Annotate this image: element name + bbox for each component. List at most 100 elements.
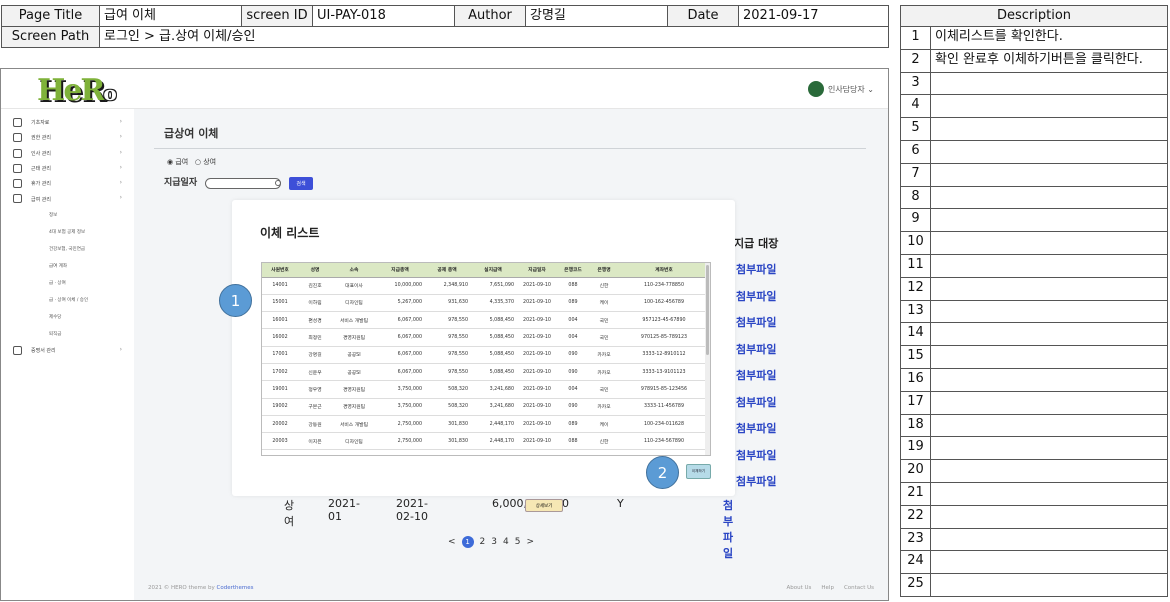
sidebar-subitem[interactable]: 정보: [1, 207, 134, 224]
sidebar-subitem[interactable]: 급 · 상여 이체 / 승인: [1, 292, 134, 309]
attach-link[interactable]: 첨부파일: [736, 314, 786, 330]
column-header: 실지급액: [470, 263, 516, 278]
table-cell: 카카오: [588, 398, 620, 416]
table-row[interactable]: 14001 김진호 대표이사 10,000,000 2,348,910 7,651,090…: [262, 277, 708, 295]
chevron-right-icon: ›: [119, 194, 122, 202]
table-cell: 17001: [262, 346, 298, 364]
description-row-text: [930, 185, 1168, 210]
bonus-type: 상여: [284, 499, 295, 528]
attach-link[interactable]: 첨부파일: [736, 367, 786, 383]
pager-prev[interactable]: <: [448, 537, 456, 547]
table-cell: 디자인팀: [332, 432, 376, 451]
pager-page-1[interactable]: 1: [461, 536, 474, 548]
description-row-number: 23: [900, 527, 931, 552]
radio-bonus[interactable]: ○ 상여: [195, 158, 216, 166]
callout-1: 1: [219, 284, 252, 317]
description-row-text: [930, 482, 1168, 506]
sidebar-subitem[interactable]: 제수당: [1, 309, 134, 326]
sidebar-item[interactable]: 인사 관리 ›: [1, 146, 134, 161]
description-row-number: 6: [900, 140, 931, 164]
warning-icon: [13, 133, 22, 143]
attach-link[interactable]: 첨부파일: [736, 341, 786, 357]
footer-help[interactable]: Help: [821, 585, 834, 591]
detail-button[interactable]: 상세보기: [525, 499, 563, 512]
user-menu[interactable]: 인사담당자 ⌄: [807, 81, 874, 97]
attach-link[interactable]: 첨부파일: [736, 473, 786, 489]
radio-salary[interactable]: ◉ 급여: [167, 158, 188, 166]
table-scrollbar[interactable]: [705, 263, 710, 455]
table-cell: 케이: [588, 415, 620, 434]
table-cell: 경영지원팀: [332, 398, 376, 416]
table-row[interactable]: 20003 이지은 디자인팀 2,750,000 301,830 2,448,170 202…: [262, 432, 708, 451]
chevron-right-icon: ›: [119, 118, 122, 125]
table-cell: 신한: [588, 277, 620, 295]
description-row-text: [930, 436, 1168, 461]
sidebar-subitem[interactable]: 급여 계좌: [1, 258, 134, 275]
description-row-text: [930, 322, 1168, 347]
column-header: 지급총액: [376, 263, 424, 278]
attach-link[interactable]: 첨부파일: [736, 261, 786, 277]
table-cell: 19001: [262, 380, 298, 399]
footer-contact[interactable]: Contact Us: [844, 585, 874, 591]
sidebar-subitem[interactable]: 4대 보험 공제 정보: [1, 224, 134, 241]
table-cell: 이하림: [298, 294, 332, 313]
table-cell: 7,651,090: [470, 277, 516, 295]
sidebar-item-label: 권한 관리: [31, 135, 51, 142]
transfer-button[interactable]: 이체하기: [686, 464, 711, 479]
attach-link[interactable]: 첨부파일: [736, 288, 786, 304]
sidebar-item[interactable]: 증명서 관리 ›: [1, 343, 134, 358]
description-row-number: 25: [900, 573, 931, 597]
footer-about[interactable]: About Us: [787, 585, 812, 591]
sidebar-item[interactable]: 휴가 관리 ›: [1, 176, 134, 191]
pager-next[interactable]: >: [526, 537, 534, 547]
hero-logo[interactable]: HeRo: [37, 73, 117, 108]
attach-link[interactable]: 첨부파일: [736, 394, 786, 410]
sidebar-subitem[interactable]: 급 · 상여: [1, 275, 134, 292]
table-cell: 카카오: [588, 363, 620, 382]
description-row-text: [930, 345, 1168, 369]
table-cell: 3,750,000: [376, 380, 424, 399]
sidebar-subitem[interactable]: 퇴직금: [1, 326, 134, 343]
pager-page-3[interactable]: 3: [491, 537, 497, 547]
table-cell: 19002: [262, 398, 298, 416]
sidebar-item[interactable]: 기초자료 ›: [1, 115, 134, 130]
sidebar-item[interactable]: 권한 관리 ›: [1, 130, 134, 145]
table-row[interactable]: 20002 강동원 서비스 개발팀 2,750,000 301,830 2,448,170…: [262, 415, 708, 434]
search-button[interactable]: 검색: [289, 177, 313, 190]
table-row[interactable]: 19001 정우영 경영지원팀 3,750,000 508,320 3,241,680 20…: [262, 380, 708, 399]
bonus-attach-link[interactable]: 첨부파일: [723, 497, 733, 561]
sidebar-subitem[interactable]: 건강보험, 국민연금: [1, 241, 134, 258]
description-row-number: 15: [900, 345, 931, 369]
description-row-number: 11: [900, 254, 931, 278]
table-cell: 508,320: [424, 398, 470, 416]
table-cell: 편성경: [298, 311, 332, 330]
footer-link[interactable]: Coderthemes: [217, 585, 254, 591]
table-row[interactable]: 15001 이하림 디자인팀 5,267,000 931,630 4,335,370 202…: [262, 294, 708, 313]
table-row[interactable]: 19002 구본근 경영지원팀 3,750,000 508,320 3,241,680 20…: [262, 398, 708, 416]
table-cell: 004: [558, 328, 588, 347]
table-row[interactable]: 16002 최정민 경영지원팀 6,067,000 978,550 5,088,450 20…: [262, 328, 708, 347]
pay-date-input[interactable]: [205, 178, 281, 189]
table-cell: 서비스 개발팀: [332, 311, 376, 330]
column-header: 지급일자: [516, 263, 558, 278]
pager-page-2[interactable]: 2: [480, 537, 486, 547]
table-cell: 090: [558, 398, 588, 416]
table-cell: 090: [558, 346, 588, 364]
table-cell: 4,335,370: [470, 294, 516, 313]
attach-link[interactable]: 첨부파일: [736, 420, 786, 436]
table-cell: 서비스 개발팀: [332, 415, 376, 434]
attach-link[interactable]: 첨부파일: [736, 447, 786, 463]
pager-page-5[interactable]: 5: [515, 537, 521, 547]
table-cell: 5,088,450: [470, 311, 516, 330]
footer-credit: 2021 © HERO theme by Coderthemes: [148, 585, 254, 591]
table-row[interactable]: 17002 신윤우 공공SI 6,067,000 978,550 5,088,450 202…: [262, 363, 708, 382]
description-row-number: 8: [900, 185, 931, 210]
pager-page-4[interactable]: 4: [503, 537, 509, 547]
table-cell: 090: [558, 363, 588, 382]
briefcase-icon: [13, 148, 22, 158]
sidebar-item[interactable]: 근태 관리 ›: [1, 161, 134, 176]
table-row[interactable]: 17001 강명길 공공SI 6,067,000 978,550 5,088,450 202…: [262, 346, 708, 364]
table-row[interactable]: 16001 편성경 서비스 개발팀 6,067,000 978,550 5,088,450…: [262, 311, 708, 330]
sidebar-item[interactable]: 급여 관리 ›: [1, 191, 134, 206]
calendar-icon[interactable]: [275, 180, 281, 186]
